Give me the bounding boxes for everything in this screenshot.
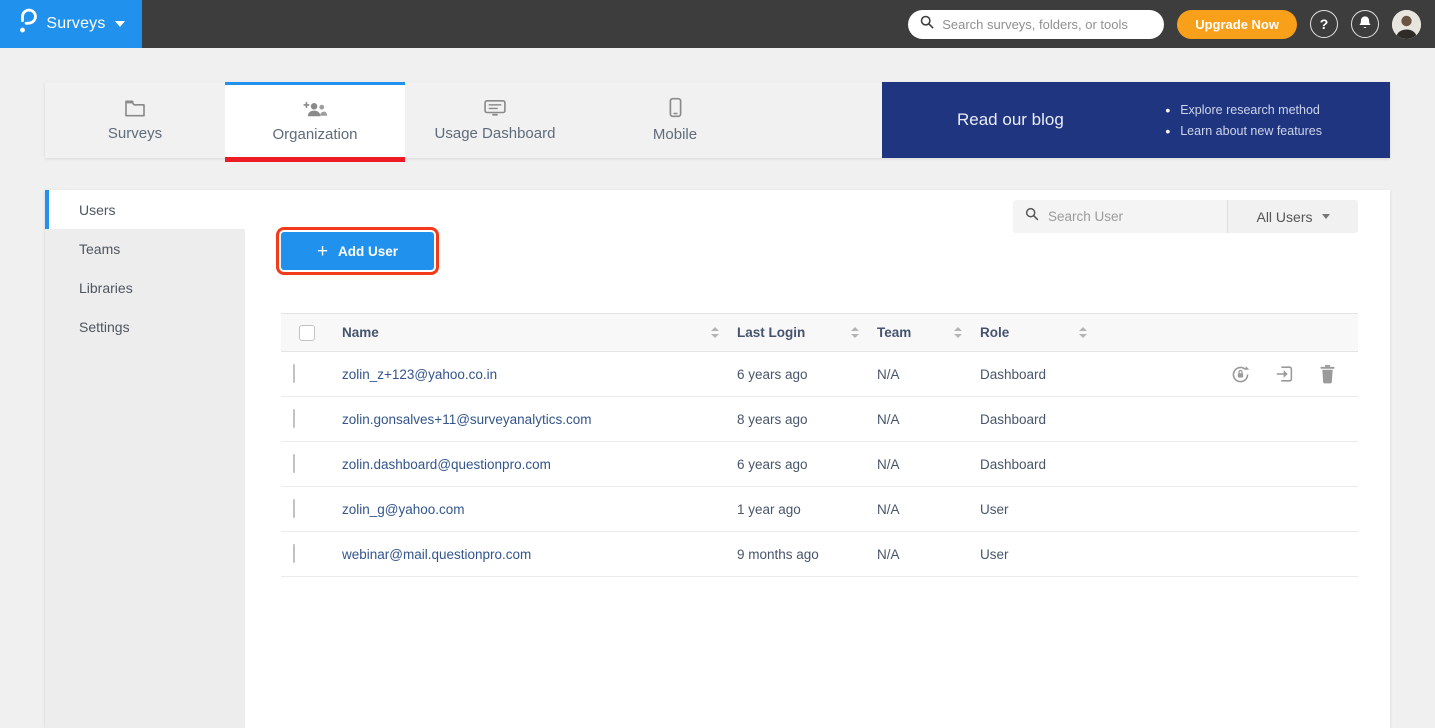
team-cell: N/A xyxy=(866,502,969,517)
reset-password-icon xyxy=(1230,364,1251,385)
sort-icon[interactable] xyxy=(1079,327,1087,338)
tab-strip-filler xyxy=(765,82,882,158)
login-as-icon xyxy=(1275,364,1295,385)
login-as-user-button[interactable] xyxy=(1275,364,1295,385)
team-cell: N/A xyxy=(866,367,969,382)
add-user-button[interactable]: + Add User xyxy=(281,232,434,270)
questionpro-logo-icon xyxy=(17,8,37,40)
column-header-role[interactable]: Role xyxy=(969,314,1094,351)
global-search xyxy=(908,10,1164,39)
table-row: zolin.gonsalves+11@surveyanalytics.com 8… xyxy=(281,397,1358,442)
column-header-last-login[interactable]: Last Login xyxy=(726,314,866,351)
table-row: zolin_z+123@yahoo.co.in 6 years ago N/A … xyxy=(281,352,1358,397)
row-checkbox[interactable] xyxy=(293,454,295,473)
sort-icon[interactable] xyxy=(711,327,719,338)
users-table: Name Last Login Team Role xyxy=(281,313,1358,577)
column-header-team[interactable]: Team xyxy=(866,314,969,351)
search-icon xyxy=(920,15,934,34)
tab-mobile[interactable]: Mobile xyxy=(585,82,765,158)
notifications-button[interactable] xyxy=(1351,10,1379,38)
last-login-cell: 8 years ago xyxy=(726,412,866,427)
select-all-checkbox[interactable] xyxy=(299,325,315,341)
team-cell: N/A xyxy=(866,457,969,472)
upgrade-now-button[interactable]: Upgrade Now xyxy=(1177,10,1297,39)
reset-password-button[interactable] xyxy=(1230,364,1251,385)
help-button[interactable]: ? xyxy=(1310,10,1338,38)
last-login-cell: 9 months ago xyxy=(726,547,866,562)
user-email-link[interactable]: zolin.gonsalves+11@surveyanalytics.com xyxy=(331,412,726,427)
chevron-down-icon xyxy=(115,21,125,27)
team-cell: N/A xyxy=(866,547,969,562)
tab-label: Surveys xyxy=(108,125,162,142)
user-email-link[interactable]: webinar@mail.questionpro.com xyxy=(331,547,726,562)
mobile-icon xyxy=(669,97,682,118)
chevron-down-icon xyxy=(1322,214,1330,219)
column-header-name[interactable]: Name xyxy=(331,314,726,351)
tab-label: Usage Dashboard xyxy=(435,125,556,142)
row-checkbox[interactable] xyxy=(293,499,295,518)
plus-icon: + xyxy=(317,242,328,261)
sort-icon[interactable] xyxy=(851,327,859,338)
role-cell: Dashboard xyxy=(969,457,1094,472)
table-row: zolin.dashboard@questionpro.com 6 years … xyxy=(281,442,1358,487)
user-email-link[interactable]: zolin_z+123@yahoo.co.in xyxy=(331,367,726,382)
row-actions xyxy=(1094,364,1358,385)
blog-bullet: Learn about new features xyxy=(1165,123,1322,139)
team-cell: N/A xyxy=(866,412,969,427)
user-avatar[interactable] xyxy=(1392,10,1421,39)
tab-usage-dashboard[interactable]: Usage Dashboard xyxy=(405,82,585,158)
blog-bullet-list: Explore research method Learn about new … xyxy=(1165,97,1322,144)
role-cell: Dashboard xyxy=(969,367,1094,382)
row-checkbox[interactable] xyxy=(293,364,295,383)
section-tabs: Surveys Organization Usage Dashboard xyxy=(45,82,1390,158)
user-email-link[interactable]: zolin_g@yahoo.com xyxy=(331,502,726,517)
table-row: webinar@mail.questionpro.com 9 months ag… xyxy=(281,532,1358,577)
product-name: Surveys xyxy=(46,15,105,33)
sidebar-item-teams[interactable]: Teams xyxy=(45,229,245,268)
user-filter-dropdown[interactable]: All Users xyxy=(1227,200,1358,233)
tab-label: Organization xyxy=(272,126,357,143)
users-content: All Users + Add User Name Last Login xyxy=(245,190,1390,728)
add-group-icon xyxy=(302,100,328,118)
sidebar-item-users[interactable]: Users xyxy=(45,190,245,229)
org-sidebar: Users Teams Libraries Settings xyxy=(45,190,245,728)
role-cell: User xyxy=(969,547,1094,562)
role-cell: Dashboard xyxy=(969,412,1094,427)
sidebar-item-settings[interactable]: Settings xyxy=(45,307,245,346)
blog-title[interactable]: Read our blog xyxy=(957,110,1064,130)
blog-bullet: Explore research method xyxy=(1165,102,1322,118)
last-login-cell: 1 year ago xyxy=(726,502,866,517)
topbar: Surveys Upgrade Now ? xyxy=(0,0,1435,48)
product-switcher[interactable]: Surveys xyxy=(0,0,142,48)
row-checkbox[interactable] xyxy=(293,409,295,428)
row-checkbox[interactable] xyxy=(293,544,295,563)
last-login-cell: 6 years ago xyxy=(726,457,866,472)
global-search-input[interactable] xyxy=(942,17,1152,32)
table-header-row: Name Last Login Team Role xyxy=(281,313,1358,352)
tab-label: Mobile xyxy=(653,126,697,143)
folder-icon xyxy=(124,99,146,117)
bell-icon xyxy=(1358,15,1372,33)
search-user-input[interactable] xyxy=(1048,209,1215,224)
dashboard-icon xyxy=(483,99,507,117)
table-row: zolin_g@yahoo.com 1 year ago N/A User xyxy=(281,487,1358,532)
role-cell: User xyxy=(969,502,1094,517)
organization-panel: Users Teams Libraries Settings xyxy=(45,190,1390,728)
user-email-link[interactable]: zolin.dashboard@questionpro.com xyxy=(331,457,726,472)
user-search-field xyxy=(1013,200,1227,233)
trash-icon xyxy=(1319,364,1336,385)
last-login-cell: 6 years ago xyxy=(726,367,866,382)
delete-user-button[interactable] xyxy=(1319,364,1336,385)
sort-icon[interactable] xyxy=(954,327,962,338)
tab-surveys[interactable]: Surveys xyxy=(45,82,225,158)
blog-banner[interactable]: Read our blog Explore research method Le… xyxy=(882,82,1390,158)
user-search-group: All Users xyxy=(1013,200,1358,233)
tab-organization[interactable]: Organization xyxy=(225,82,405,158)
sidebar-item-libraries[interactable]: Libraries xyxy=(45,268,245,307)
search-icon xyxy=(1025,207,1039,226)
